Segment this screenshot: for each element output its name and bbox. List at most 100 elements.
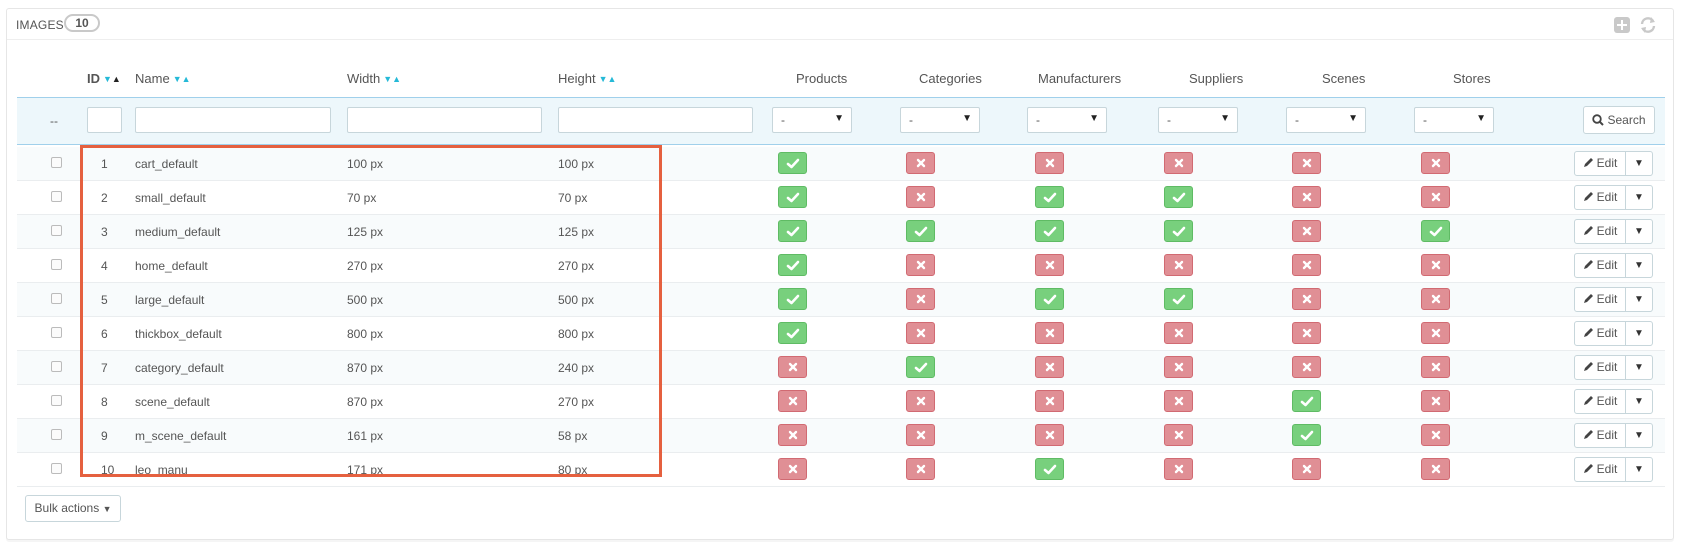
edit-button[interactable]: Edit	[1574, 423, 1626, 448]
filter-width-input[interactable]	[347, 107, 542, 133]
categories-status-cross-icon[interactable]	[906, 424, 935, 446]
manufacturers-status-check-icon[interactable]	[1035, 288, 1064, 310]
categories-status-cross-icon[interactable]	[906, 254, 935, 276]
suppliers-status-cross-icon[interactable]	[1164, 152, 1193, 174]
header-name[interactable]: Name ▼▲	[135, 71, 191, 86]
filter-categories-select[interactable]: - ▼	[900, 107, 980, 133]
row-dropdown-toggle[interactable]: ▼	[1625, 253, 1653, 278]
scenes-status-cross-icon[interactable]	[1292, 288, 1321, 310]
row-dropdown-toggle[interactable]: ▼	[1625, 423, 1653, 448]
row-dropdown-toggle[interactable]: ▼	[1625, 151, 1653, 176]
suppliers-status-cross-icon[interactable]	[1164, 356, 1193, 378]
scenes-status-cross-icon[interactable]	[1292, 458, 1321, 480]
stores-status-cross-icon[interactable]	[1421, 288, 1450, 310]
suppliers-status-cross-icon[interactable]	[1164, 390, 1193, 412]
row-checkbox[interactable]	[51, 259, 62, 270]
stores-status-cross-icon[interactable]	[1421, 424, 1450, 446]
filter-stores-select[interactable]: - ▼	[1414, 107, 1494, 133]
edit-button[interactable]: Edit	[1574, 151, 1626, 176]
edit-button[interactable]: Edit	[1574, 253, 1626, 278]
scenes-status-check-icon[interactable]	[1292, 424, 1321, 446]
row-checkbox[interactable]	[51, 463, 62, 474]
stores-status-cross-icon[interactable]	[1421, 186, 1450, 208]
edit-button[interactable]: Edit	[1574, 287, 1626, 312]
row-dropdown-toggle[interactable]: ▼	[1625, 219, 1653, 244]
products-status-check-icon[interactable]	[778, 186, 807, 208]
manufacturers-status-cross-icon[interactable]	[1035, 152, 1064, 174]
manufacturers-status-check-icon[interactable]	[1035, 186, 1064, 208]
filter-manufacturers-select[interactable]: - ▼	[1027, 107, 1107, 133]
categories-status-cross-icon[interactable]	[906, 152, 935, 174]
row-checkbox[interactable]	[51, 225, 62, 236]
manufacturers-status-cross-icon[interactable]	[1035, 390, 1064, 412]
filter-products-select[interactable]: - ▼	[772, 107, 852, 133]
products-status-check-icon[interactable]	[778, 288, 807, 310]
products-status-cross-icon[interactable]	[778, 458, 807, 480]
stores-status-cross-icon[interactable]	[1421, 390, 1450, 412]
products-status-check-icon[interactable]	[778, 254, 807, 276]
filter-scenes-select[interactable]: - ▼	[1286, 107, 1366, 133]
edit-button[interactable]: Edit	[1574, 321, 1626, 346]
categories-status-cross-icon[interactable]	[906, 458, 935, 480]
search-button[interactable]: Search	[1583, 106, 1655, 134]
plus-square-icon[interactable]	[1613, 16, 1631, 34]
row-dropdown-toggle[interactable]: ▼	[1625, 457, 1653, 482]
scenes-status-cross-icon[interactable]	[1292, 220, 1321, 242]
stores-status-cross-icon[interactable]	[1421, 322, 1450, 344]
categories-status-cross-icon[interactable]	[906, 322, 935, 344]
edit-button[interactable]: Edit	[1574, 389, 1626, 414]
products-status-cross-icon[interactable]	[778, 424, 807, 446]
row-checkbox[interactable]	[51, 293, 62, 304]
scenes-status-cross-icon[interactable]	[1292, 254, 1321, 276]
products-status-check-icon[interactable]	[778, 152, 807, 174]
header-height[interactable]: Height ▼▲	[558, 71, 616, 86]
header-width[interactable]: Width ▼▲	[347, 71, 401, 86]
suppliers-status-check-icon[interactable]	[1164, 186, 1193, 208]
row-dropdown-toggle[interactable]: ▼	[1625, 321, 1653, 346]
scenes-status-cross-icon[interactable]	[1292, 186, 1321, 208]
filter-name-input[interactable]	[135, 107, 331, 133]
filter-height-input[interactable]	[558, 107, 753, 133]
suppliers-status-cross-icon[interactable]	[1164, 254, 1193, 276]
edit-button[interactable]: Edit	[1574, 185, 1626, 210]
categories-status-check-icon[interactable]	[906, 220, 935, 242]
manufacturers-status-cross-icon[interactable]	[1035, 254, 1064, 276]
categories-status-cross-icon[interactable]	[906, 288, 935, 310]
bulk-actions-button[interactable]: Bulk actions ▼	[25, 495, 121, 522]
edit-button[interactable]: Edit	[1574, 355, 1626, 380]
products-status-cross-icon[interactable]	[778, 390, 807, 412]
scenes-status-cross-icon[interactable]	[1292, 356, 1321, 378]
stores-status-cross-icon[interactable]	[1421, 152, 1450, 174]
products-status-check-icon[interactable]	[778, 220, 807, 242]
manufacturers-status-check-icon[interactable]	[1035, 220, 1064, 242]
filter-id-input[interactable]	[87, 107, 122, 133]
row-dropdown-toggle[interactable]: ▼	[1625, 185, 1653, 210]
categories-status-check-icon[interactable]	[906, 356, 935, 378]
row-dropdown-toggle[interactable]: ▼	[1625, 287, 1653, 312]
row-checkbox[interactable]	[51, 157, 62, 168]
row-checkbox[interactable]	[51, 429, 62, 440]
products-status-cross-icon[interactable]	[778, 356, 807, 378]
suppliers-status-check-icon[interactable]	[1164, 288, 1193, 310]
scenes-status-cross-icon[interactable]	[1292, 152, 1321, 174]
stores-status-cross-icon[interactable]	[1421, 458, 1450, 480]
edit-button[interactable]: Edit	[1574, 457, 1626, 482]
categories-status-cross-icon[interactable]	[906, 390, 935, 412]
row-checkbox[interactable]	[51, 327, 62, 338]
categories-status-cross-icon[interactable]	[906, 186, 935, 208]
stores-status-check-icon[interactable]	[1421, 220, 1450, 242]
manufacturers-status-cross-icon[interactable]	[1035, 322, 1064, 344]
stores-status-cross-icon[interactable]	[1421, 356, 1450, 378]
edit-button[interactable]: Edit	[1574, 219, 1626, 244]
filter-suppliers-select[interactable]: - ▼	[1158, 107, 1238, 133]
manufacturers-status-cross-icon[interactable]	[1035, 356, 1064, 378]
row-dropdown-toggle[interactable]: ▼	[1625, 355, 1653, 380]
stores-status-cross-icon[interactable]	[1421, 254, 1450, 276]
row-checkbox[interactable]	[51, 395, 62, 406]
header-id[interactable]: ID ▼▲	[87, 71, 121, 86]
suppliers-status-check-icon[interactable]	[1164, 220, 1193, 242]
products-status-check-icon[interactable]	[778, 322, 807, 344]
manufacturers-status-check-icon[interactable]	[1035, 458, 1064, 480]
scenes-status-check-icon[interactable]	[1292, 390, 1321, 412]
row-checkbox[interactable]	[51, 191, 62, 202]
